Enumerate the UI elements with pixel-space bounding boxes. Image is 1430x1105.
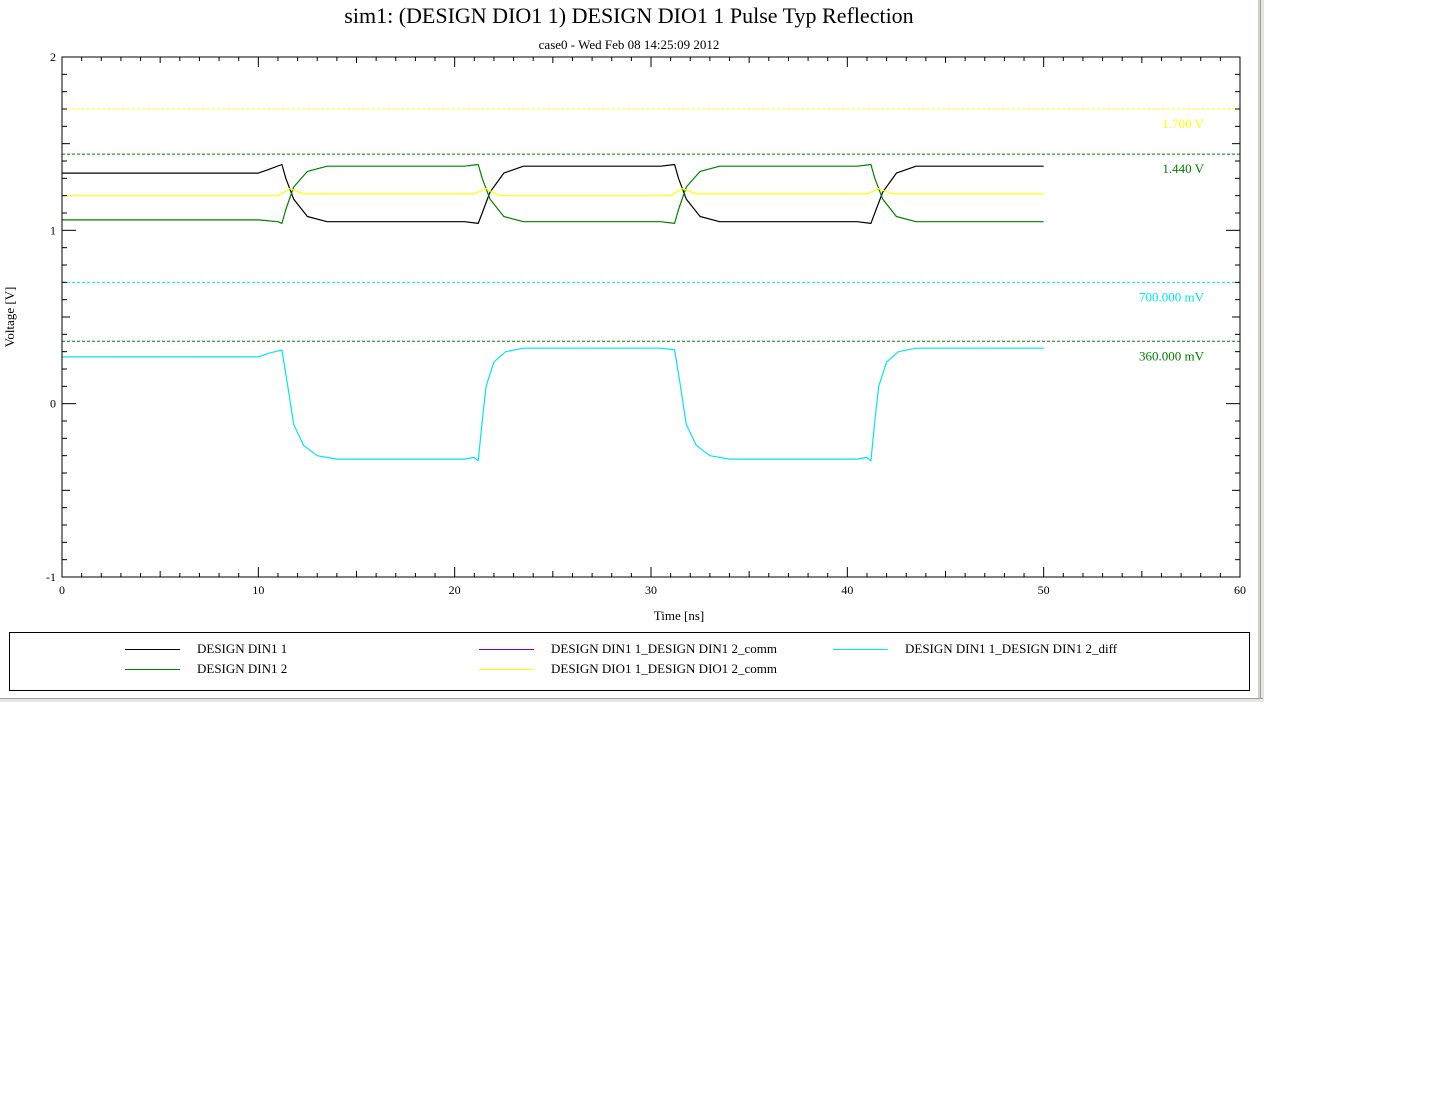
x-tick-label: 30 <box>645 583 657 597</box>
plot-area[interactable]: 0 10 20 30 40 50 60-1012 1.700 V1.440 V700.000… <box>0 0 1258 640</box>
threshold-label: 1.700 V <box>1162 116 1204 131</box>
legend-swatch <box>125 669 180 670</box>
legend-label: DESIGN DIO1 1_DESIGN DIO1 2_comm <box>551 661 778 676</box>
threshold-label: 1.440 V <box>1162 161 1204 176</box>
legend-label: DESIGN DIN1 1_DESIGN DIN1 2_comm <box>551 641 778 656</box>
legend-swatch <box>479 669 534 670</box>
legend-label: DESIGN DIN1 1 <box>197 641 288 656</box>
threshold-label: 700.000 mV <box>1139 289 1205 304</box>
plot-frame <box>61 56 1241 578</box>
axis-ticks <box>61 56 1241 578</box>
legend: DESIGN DIN1 1 DESIGN DIN1 2 DESIGN DIN1 … <box>9 632 1250 691</box>
window-edge-right[interactable] <box>1260 0 1264 701</box>
series-line[interactable] <box>62 347 1044 462</box>
legend-swatch <box>125 649 180 650</box>
legend-label: DESIGN DIN1 1_DESIGN DIN1 2_diff <box>905 641 1118 656</box>
y-tick-label: -1 <box>46 570 56 584</box>
y-tick-label: 1 <box>50 223 56 237</box>
series-lines <box>62 163 1044 462</box>
x-tick-label: 40 <box>841 583 853 597</box>
series-line[interactable] <box>62 188 1044 197</box>
x-tick-label: 60 <box>1234 583 1246 597</box>
threshold-label: 360.000 mV <box>1139 348 1205 363</box>
legend-swatch <box>479 649 534 650</box>
y-tick-label: 0 <box>50 397 56 411</box>
x-tick-label: 0 <box>59 583 65 597</box>
legend-swatch <box>833 649 888 650</box>
x-axis-label: Time [ns] <box>654 608 704 623</box>
window-edge-bottom[interactable] <box>0 698 1263 702</box>
x-tick-label: 20 <box>449 583 461 597</box>
tick-labels: 0 10 20 30 40 50 60-1012 <box>46 50 1246 597</box>
legend-label: DESIGN DIN1 2 <box>197 661 288 676</box>
threshold-lines <box>62 108 1240 342</box>
y-axis-label: Voltage [V] <box>2 287 17 348</box>
x-tick-label: 50 <box>1038 583 1050 597</box>
y-tick-label: 2 <box>50 50 56 64</box>
x-tick-label: 10 <box>252 583 264 597</box>
threshold-labels: 1.700 V 1.440 V 700.000 mV 360.000 mV <box>1139 116 1205 363</box>
